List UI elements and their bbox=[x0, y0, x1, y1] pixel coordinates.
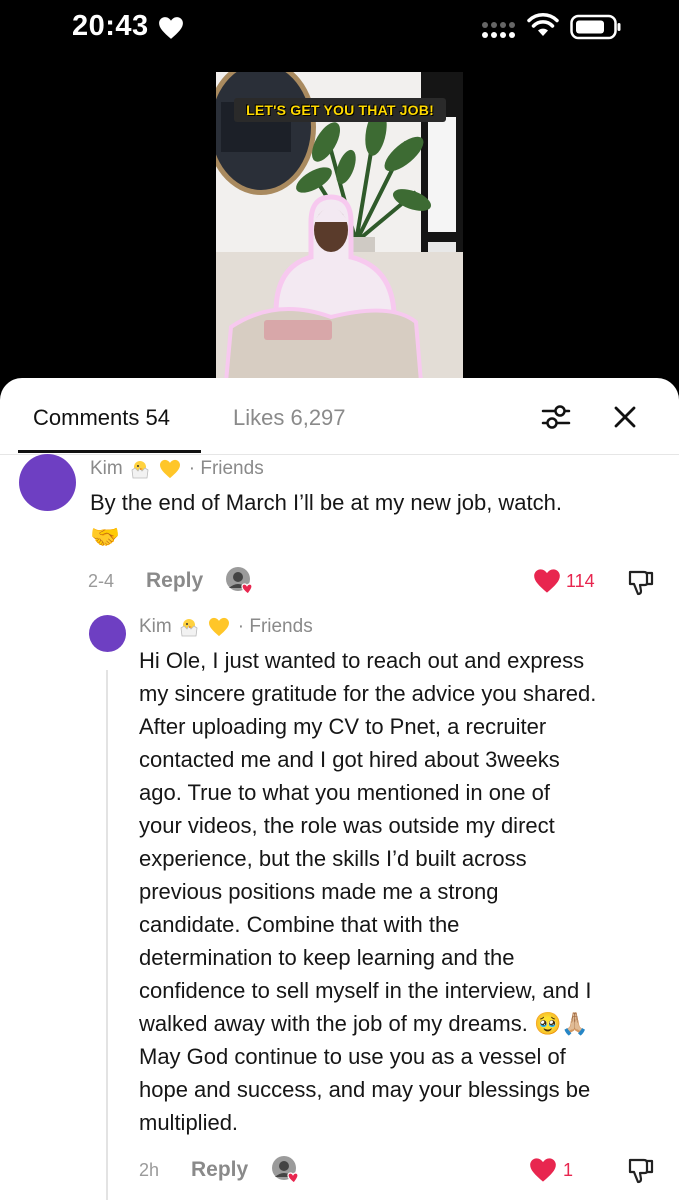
comment-author-row: Kim · Friends bbox=[90, 458, 264, 480]
reply-avatar[interactable] bbox=[89, 615, 126, 652]
tab-likes[interactable]: Likes 6,297 bbox=[233, 405, 346, 431]
reply-date: 2h bbox=[139, 1160, 160, 1180]
status-time: 20:43 bbox=[72, 10, 149, 42]
heart-icon bbox=[159, 17, 183, 39]
like-heart-icon[interactable] bbox=[533, 568, 561, 594]
reply-text-line: After uploading my CV to Pnet, a recruit… bbox=[139, 714, 547, 739]
filter-icon[interactable] bbox=[540, 402, 572, 432]
status-bar: 20:43 bbox=[0, 0, 679, 56]
reply-button[interactable]: Reply bbox=[146, 569, 203, 593]
like-count: 114 bbox=[566, 571, 595, 591]
creator-liked-avatar bbox=[226, 567, 253, 595]
reply-text-line: previous positions made me a strong bbox=[139, 879, 499, 904]
reply-thread-line bbox=[106, 670, 108, 1200]
reply-text-line: candidate. Combine that with the bbox=[139, 912, 460, 937]
reply-text-line: confidence to sell myself in the intervi… bbox=[139, 978, 592, 1003]
video-preview[interactable]: LET'S GET YOU THAT JOB! bbox=[216, 72, 463, 382]
reply-text-line: experience, but the skills I’d built acr… bbox=[139, 846, 527, 871]
video-caption: LET'S GET YOU THAT JOB! bbox=[234, 98, 446, 122]
reply-button[interactable]: Reply bbox=[191, 1158, 248, 1182]
reply-text-line: ago. True to what you mentioned in one o… bbox=[139, 780, 550, 805]
yellow-heart-icon bbox=[159, 459, 181, 479]
active-tab-indicator bbox=[18, 450, 201, 453]
hatching-chick-icon bbox=[178, 616, 200, 638]
cellular-signal-icon bbox=[482, 22, 515, 38]
hatching-chick-icon bbox=[129, 458, 151, 480]
yellow-heart-icon bbox=[208, 617, 230, 637]
tab-comments[interactable]: Comments 54 bbox=[33, 405, 170, 431]
handshake-emoji: 🤝 bbox=[90, 524, 120, 551]
creator-liked-avatar bbox=[272, 1156, 299, 1184]
reply-text-line: my sincere gratitude for the advice you … bbox=[139, 681, 597, 706]
reply-text-line: contacted me and I got hired about 3week… bbox=[139, 747, 560, 772]
comments-sheet: Comments 54 Likes 6,297 Kim · Friends By… bbox=[0, 378, 679, 1200]
friends-label: · Friends bbox=[237, 616, 313, 637]
reply-text: Hi Ole, I just wanted to reach out and e… bbox=[139, 644, 669, 1139]
dislike-icon[interactable] bbox=[626, 567, 656, 597]
dislike-icon[interactable] bbox=[626, 1155, 656, 1185]
like-count: 1 bbox=[563, 1160, 574, 1180]
wifi-icon bbox=[527, 13, 559, 36]
friends-label: · Friends bbox=[188, 458, 264, 479]
reply-text-line: determination to keep learning and the bbox=[139, 945, 515, 970]
battery-icon bbox=[570, 14, 621, 40]
like-heart-icon[interactable] bbox=[529, 1157, 557, 1183]
reply-text-line: multiplied. bbox=[139, 1110, 239, 1135]
reply-author-name[interactable]: Kim bbox=[139, 616, 172, 638]
avatar[interactable] bbox=[19, 454, 76, 511]
reply-text-line: walked away with the job of my dreams. 🥹… bbox=[139, 1011, 589, 1036]
comment-author-name[interactable]: Kim bbox=[90, 458, 123, 480]
reply-text-line: Hi Ole, I just wanted to reach out and e… bbox=[139, 648, 585, 673]
comment-date: 2-4 bbox=[88, 571, 115, 591]
close-icon[interactable] bbox=[610, 402, 640, 432]
reply-text-line: May God continue to use you as a vessel … bbox=[139, 1044, 566, 1069]
reply-author-row: Kim · Friends bbox=[139, 616, 313, 638]
reply-text-line: your videos, the role was outside my dir… bbox=[139, 813, 555, 838]
reply-text-line: hope and success, and may your blessings… bbox=[139, 1077, 591, 1102]
comments-tab-bar: Comments 54 Likes 6,297 bbox=[0, 378, 679, 455]
comment-text: By the end of March I’ll be at my new jo… bbox=[90, 490, 563, 515]
